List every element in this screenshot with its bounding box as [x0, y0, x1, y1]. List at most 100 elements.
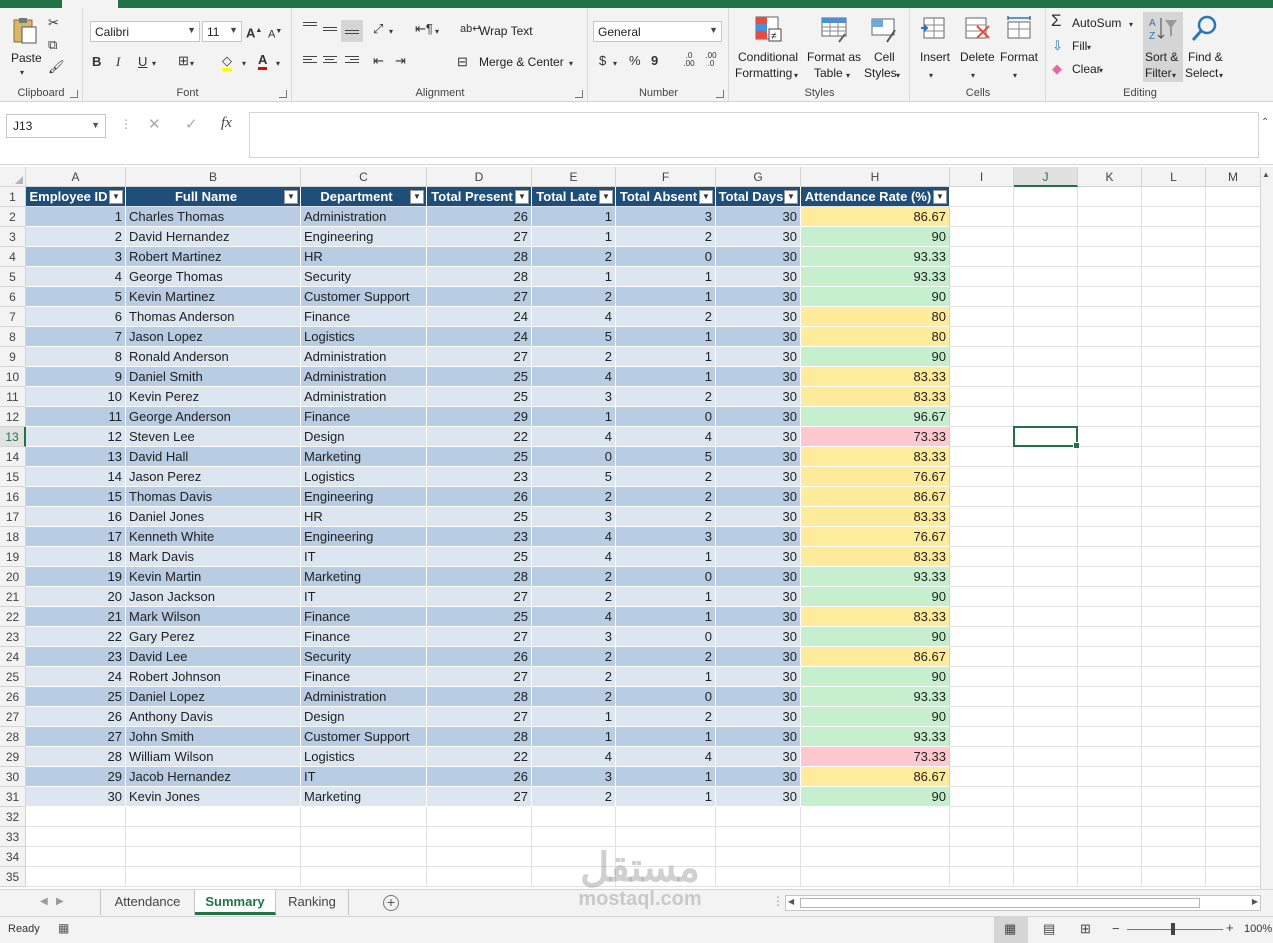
grid-cell[interactable] — [1014, 447, 1078, 467]
grid-cell[interactable] — [1014, 727, 1078, 747]
table-cell[interactable]: 30 — [716, 607, 801, 627]
grid-cell[interactable] — [1078, 347, 1142, 367]
table-cell[interactable]: 2 — [532, 787, 616, 807]
fill-icon[interactable]: ⇩ — [1052, 37, 1063, 55]
grid-cell[interactable] — [1014, 207, 1078, 227]
conditional-formatting-icon[interactable]: ≠ — [753, 14, 783, 44]
table-cell[interactable]: 1 — [616, 347, 716, 367]
page-break-icon[interactable]: ⊞ — [1080, 921, 1091, 937]
table-cell[interactable]: 27 — [427, 287, 532, 307]
grid-cell[interactable] — [950, 747, 1014, 767]
grid-cell[interactable] — [532, 807, 616, 827]
table-cell[interactable]: David Hall — [126, 447, 301, 467]
grid-cell[interactable] — [1206, 547, 1261, 567]
sheet-tab-ranking[interactable]: Ranking — [276, 890, 349, 915]
format-cells-icon[interactable] — [1004, 14, 1034, 44]
grid-cell[interactable] — [1078, 247, 1142, 267]
table-cell[interactable]: 26 — [427, 767, 532, 787]
table-cell[interactable]: 5 — [532, 327, 616, 347]
font-color-dropdown-icon[interactable]: ▾ — [276, 55, 280, 73]
filter-dropdown-icon[interactable]: ▼ — [933, 190, 947, 204]
table-cell[interactable]: 1 — [532, 267, 616, 287]
table-cell[interactable]: Finance — [301, 407, 427, 427]
grid-cell[interactable] — [1142, 367, 1206, 387]
table-cell[interactable]: George Thomas — [126, 267, 301, 287]
table-cell[interactable]: 2 — [532, 647, 616, 667]
table-cell[interactable]: 90 — [801, 287, 950, 307]
autosum-dropdown-icon[interactable]: ▾ — [1129, 16, 1133, 34]
collapse-formula-bar-icon[interactable]: ⌃ — [1261, 117, 1269, 128]
table-cell[interactable]: 15 — [26, 487, 126, 507]
orientation-dropdown-icon[interactable]: ▾ — [389, 23, 393, 41]
row-header[interactable]: 34 — [0, 847, 26, 867]
zoom-out-icon[interactable]: − — [1112, 921, 1120, 936]
grid-cell[interactable] — [716, 847, 801, 867]
grid-cell[interactable] — [26, 847, 126, 867]
grid-cell[interactable] — [301, 847, 427, 867]
table-cell[interactable]: Logistics — [301, 747, 427, 767]
table-header-cell[interactable]: Total Present ▼ — [427, 187, 532, 207]
filter-dropdown-icon[interactable]: ▼ — [784, 190, 798, 204]
grid-cell[interactable] — [1142, 427, 1206, 447]
table-cell[interactable]: 30 — [716, 267, 801, 287]
font-launcher-icon[interactable] — [279, 90, 287, 98]
grid-cell[interactable] — [950, 327, 1014, 347]
column-header-j[interactable]: J — [1014, 167, 1078, 187]
grid-cell[interactable] — [1142, 827, 1206, 847]
table-cell[interactable]: IT — [301, 587, 427, 607]
table-cell[interactable]: 93.33 — [801, 567, 950, 587]
grid-cell[interactable] — [950, 547, 1014, 567]
table-cell[interactable]: 26 — [427, 487, 532, 507]
grid-cell[interactable] — [950, 407, 1014, 427]
grid-cell[interactable] — [1142, 727, 1206, 747]
table-cell[interactable]: Jason Lopez — [126, 327, 301, 347]
grid-cell[interactable] — [26, 807, 126, 827]
bottom-align-icon[interactable] — [341, 20, 363, 42]
grid-cell[interactable] — [301, 827, 427, 847]
grid-cell[interactable] — [1014, 467, 1078, 487]
row-header[interactable]: 17 — [0, 507, 26, 527]
table-cell[interactable]: 2 — [616, 227, 716, 247]
active-ribbon-tab[interactable] — [62, 0, 118, 8]
table-cell[interactable]: 83.33 — [801, 387, 950, 407]
grid-cell[interactable] — [26, 867, 126, 887]
grid-cell[interactable] — [1078, 587, 1142, 607]
grid-cell[interactable] — [950, 227, 1014, 247]
table-cell[interactable]: 86.67 — [801, 767, 950, 787]
column-header-i[interactable]: I — [950, 167, 1014, 187]
table-cell[interactable]: 2 — [616, 387, 716, 407]
table-cell[interactable]: 0 — [616, 407, 716, 427]
table-cell[interactable]: 17 — [26, 527, 126, 547]
vertical-scroll-track[interactable] — [1262, 175, 1272, 875]
grid-cell[interactable] — [950, 487, 1014, 507]
grid-cell[interactable] — [301, 867, 427, 887]
add-sheet-icon[interactable]: + — [383, 895, 399, 911]
row-header[interactable]: 1 — [0, 187, 26, 207]
grid-cell[interactable] — [1078, 667, 1142, 687]
grid-cell[interactable] — [1206, 347, 1261, 367]
grid-cell[interactable] — [950, 587, 1014, 607]
table-cell[interactable]: Logistics — [301, 327, 427, 347]
eraser-icon[interactable]: ◆ — [1052, 60, 1062, 78]
scroll-right-icon[interactable]: ▶ — [1252, 897, 1258, 906]
table-cell[interactable]: 30 — [716, 507, 801, 527]
table-cell[interactable]: 30 — [716, 687, 801, 707]
table-cell[interactable]: 2 — [616, 487, 716, 507]
grid-cell[interactable] — [1078, 747, 1142, 767]
grid-cell[interactable] — [1142, 687, 1206, 707]
grid-cell[interactable] — [616, 827, 716, 847]
table-cell[interactable]: 19 — [26, 567, 126, 587]
grid-cell[interactable] — [950, 527, 1014, 547]
grid-cell[interactable] — [1142, 647, 1206, 667]
conditional-formatting-label-1[interactable]: Conditional — [738, 50, 798, 64]
page-layout-icon[interactable]: ▤ — [1043, 921, 1055, 937]
grid-cell[interactable] — [1078, 787, 1142, 807]
macro-record-icon[interactable]: ▦ — [58, 921, 69, 935]
fill-color-icon[interactable]: ◇ — [222, 52, 232, 71]
table-cell[interactable]: 29 — [26, 767, 126, 787]
table-cell[interactable]: 30 — [716, 427, 801, 447]
grid-cell[interactable] — [1078, 327, 1142, 347]
table-cell[interactable]: Finance — [301, 307, 427, 327]
table-cell[interactable]: 4 — [532, 367, 616, 387]
grid-cell[interactable] — [1142, 847, 1206, 867]
